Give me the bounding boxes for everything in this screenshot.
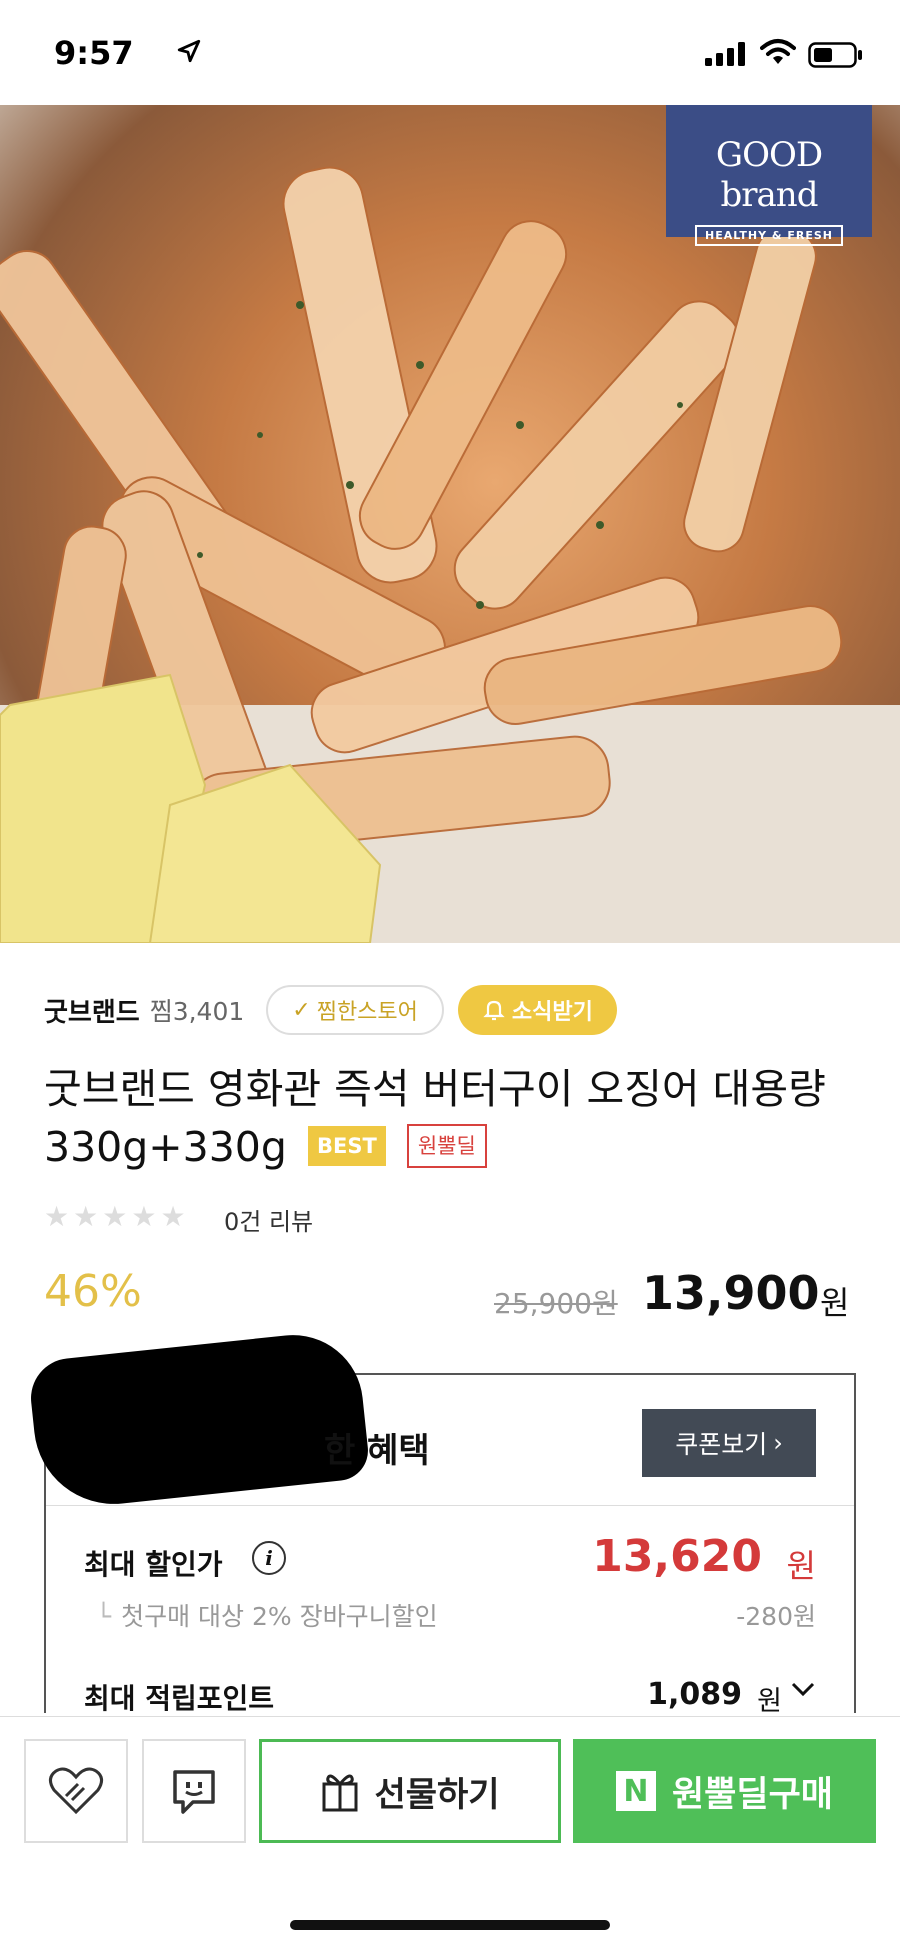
status-time: 9:57 (54, 34, 134, 72)
benefit-title: 한 혜택 (324, 1431, 430, 1471)
info-icon[interactable]: i (252, 1541, 286, 1575)
brand-badge-name: GOOD brand (715, 135, 823, 215)
discount-rate: 46% (44, 1266, 142, 1317)
fav-store-label: 찜한스토어 (316, 1000, 418, 1025)
gift-label: 선물하기 (374, 1774, 500, 1815)
chevron-right-icon: › (773, 1429, 783, 1457)
star-icon: ★ (160, 1200, 186, 1233)
notify-button[interactable]: 소식받기 (457, 985, 617, 1035)
fav-store-button[interactable]: ✓ 찜한스토어 (266, 985, 444, 1035)
gift-button[interactable]: 선물하기 (259, 1739, 561, 1843)
store-row: 굿브랜드 찜3,401 ✓ 찜한스토어 소식받기 (44, 982, 617, 1038)
benefit-divider (46, 1505, 854, 1506)
first-purchase-value: -280원 (736, 1602, 816, 1631)
chevron-down-icon[interactable] (790, 1679, 816, 1699)
max-points-label: 최대 적립포인트 (84, 1682, 275, 1715)
wifi-icon (760, 39, 796, 64)
brand-badge-tagline: HEALTHY & FRESH (695, 225, 843, 246)
sale-price: 13,900 (642, 1266, 820, 1320)
buy-label: 원뿔딜구매 (671, 1774, 833, 1815)
buy-button[interactable]: N 원뿔딜구매 (573, 1739, 876, 1843)
bell-plus-icon (483, 1000, 505, 1021)
brand-badge: GOOD brand HEALTHY & FRESH (666, 105, 872, 246)
deal-tag: 원뿔딜 (406, 1124, 487, 1168)
status-bar: 9:57 (0, 0, 900, 105)
benefit-box: 한 혜택 쿠폰보기 › 최대 할인가 i 13,620 원 └ 첫구매 대상 2%… (27, 1328, 856, 1717)
star-icon: ★ (131, 1200, 157, 1233)
max-discount-unit: 원 (786, 1547, 816, 1585)
star-icon: ★ (73, 1200, 99, 1233)
battery-icon (808, 42, 862, 68)
sub-indent-icon: └ (96, 1602, 112, 1631)
bottom-action-bar: 선물하기 N 원뿔딜구매 (0, 1716, 900, 1949)
cellular-signal-icon (705, 42, 745, 66)
notify-label: 소식받기 (511, 1000, 593, 1025)
view-coupon-label: 쿠폰보기 (675, 1430, 768, 1459)
naver-n-icon: N (615, 1771, 656, 1811)
max-discount-price: 13,620 (592, 1531, 762, 1582)
product-title-block: 굿브랜드 영화관 즉석 버터구이 오징어 대용량 330g+330g BEST … (44, 1060, 864, 1176)
first-purchase-discount: └ 첫구매 대상 2% 장바구니할인 (96, 1597, 438, 1633)
store-name[interactable]: 굿브랜드 (44, 992, 140, 1029)
star-icon: ★ (44, 1200, 70, 1233)
first-purchase-label: 첫구매 대상 2% 장바구니할인 (121, 1602, 438, 1631)
max-points-value: 1,089 (647, 1677, 742, 1712)
wishlist-button[interactable] (24, 1739, 128, 1843)
location-arrow-icon (177, 39, 201, 63)
redaction-mark (27, 1328, 371, 1512)
view-coupon-button[interactable]: 쿠폰보기 › (642, 1409, 816, 1477)
max-points-unit: 원 (757, 1686, 782, 1717)
home-indicator (290, 1920, 610, 1930)
best-tag: BEST (307, 1126, 386, 1166)
check-icon: ✓ (292, 997, 311, 1023)
rating-stars: ★ ★ ★ ★ ★ (44, 1200, 186, 1233)
star-icon: ★ (102, 1200, 128, 1233)
heart-icon (49, 1767, 103, 1815)
gift-icon (322, 1774, 358, 1812)
max-discount-label: 최대 할인가 (84, 1548, 223, 1581)
talk-button[interactable] (142, 1739, 246, 1843)
sale-price-unit: 원 (820, 1284, 850, 1322)
chat-icon (173, 1770, 215, 1814)
original-price: 25,900원 (494, 1287, 618, 1320)
review-count[interactable]: 0건 리뷰 (224, 1202, 313, 1237)
product-image-carousel[interactable]: GOOD brand HEALTHY & FRESH (0, 105, 900, 943)
store-fav-count: 찜3,401 (149, 997, 245, 1026)
